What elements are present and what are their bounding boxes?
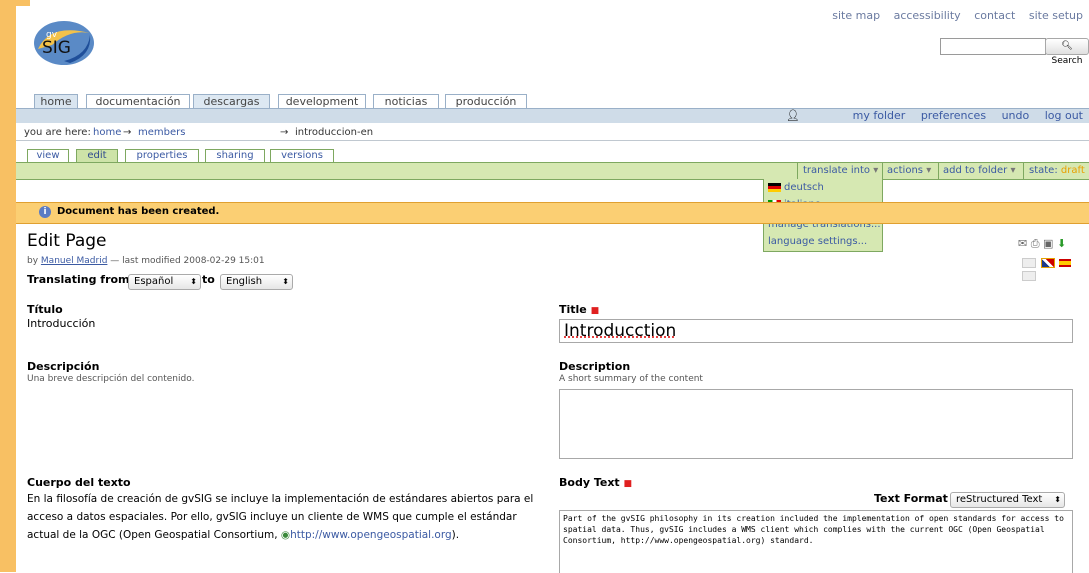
source-language-select[interactable]: Español ⬍ xyxy=(128,274,201,290)
body-text-label: Body Text ■ xyxy=(559,476,633,489)
language-flags xyxy=(1020,256,1089,282)
source-description-label: Descripción xyxy=(27,360,100,373)
page-frame-left xyxy=(0,0,16,572)
download-icon[interactable]: ⬇ xyxy=(1057,237,1066,250)
tab-properties[interactable]: properties xyxy=(125,149,199,162)
actions-divider xyxy=(882,162,883,179)
spanish-flag-icon[interactable] xyxy=(1059,259,1071,267)
site-setup-link[interactable]: site setup xyxy=(1029,9,1083,22)
description-label: Description xyxy=(559,360,631,373)
logo-text: SIG xyxy=(42,38,71,58)
gvsig-logo[interactable]: gv SIG xyxy=(30,19,98,67)
breadcrumb-members[interactable]: members xyxy=(138,125,185,140)
breadcrumb-arrow: → xyxy=(123,127,132,138)
user-icon: 👤︎ xyxy=(786,109,800,122)
chevron-down-icon: ▾ xyxy=(873,165,879,176)
site-actions: site map accessibility contact site setu… xyxy=(822,9,1083,22)
send-email-icon[interactable]: ✉ xyxy=(1018,237,1027,250)
document-byline: by Manuel Madrid — last modified 2008-02… xyxy=(27,256,265,266)
german-flag-icon xyxy=(768,182,781,192)
search-icon: 🔍︎ xyxy=(1061,41,1073,51)
title-input[interactable]: Introducction xyxy=(559,319,1073,343)
blank-flag-icon[interactable] xyxy=(1022,271,1036,281)
breadcrumb: you are here: home → members → introducc… xyxy=(16,125,1089,141)
tab-versions[interactable]: versions xyxy=(270,149,334,162)
chevron-down-icon: ▾ xyxy=(926,165,932,176)
status-message-text: Document has been created. xyxy=(57,206,220,217)
select-arrows-icon: ⬍ xyxy=(1054,495,1061,504)
tab-development[interactable]: development xyxy=(278,94,366,108)
state-menu[interactable]: state: draft xyxy=(1029,164,1085,178)
description-textarea[interactable] xyxy=(559,389,1073,459)
tab-noticias[interactable]: noticias xyxy=(373,94,439,108)
source-title-value: Introducción xyxy=(27,317,96,330)
blank-flag-icon[interactable] xyxy=(1022,258,1036,268)
tab-descargas[interactable]: descargas xyxy=(193,94,270,108)
target-language-select[interactable]: English ⬍ xyxy=(220,274,293,290)
tab-sharing[interactable]: sharing xyxy=(205,149,265,162)
body-text-value: Part of the gvSIG philosophy in its crea… xyxy=(563,514,1064,545)
log-out-link[interactable]: log out xyxy=(1045,109,1083,122)
actions-divider xyxy=(797,162,798,179)
my-folder-link[interactable]: my folder xyxy=(853,109,906,122)
translating-to-label: to xyxy=(202,273,215,286)
translating-label: Translating from xyxy=(27,273,130,286)
language-settings-link[interactable]: language settings... xyxy=(768,236,867,247)
site-map-link[interactable]: site map xyxy=(832,9,880,22)
translate-deutsch[interactable]: deutsch xyxy=(768,182,824,193)
undo-link[interactable]: undo xyxy=(1002,109,1030,122)
contact-link[interactable]: contact xyxy=(974,9,1015,22)
actions-divider xyxy=(938,162,939,179)
source-body-text: En la filosofía de creación de gvSIG se … xyxy=(27,493,534,541)
add-to-folder-menu[interactable]: add to folder ▾ xyxy=(943,164,1015,178)
tab-produccion[interactable]: producción xyxy=(445,94,527,108)
text-format-label: Text Format xyxy=(874,492,948,505)
page-frame-top xyxy=(0,0,30,6)
translate-into-menu[interactable]: translate into ▾ xyxy=(803,164,878,178)
select-arrows-icon: ⬍ xyxy=(282,277,289,286)
tab-edit[interactable]: edit xyxy=(76,149,118,162)
tab-documentacion[interactable]: documentación xyxy=(86,94,190,108)
opengeospatial-link[interactable]: http://www.opengeospatial.org xyxy=(290,529,452,541)
text-format-select[interactable]: reStructured Text ⬍ xyxy=(950,492,1065,508)
search-button[interactable]: 🔍︎Search xyxy=(1045,38,1089,66)
search-input[interactable] xyxy=(940,38,1046,55)
accessibility-link[interactable]: accessibility xyxy=(894,9,961,22)
globe-icon: ◉ xyxy=(280,529,291,541)
info-icon: i xyxy=(39,206,51,218)
breadcrumb-home[interactable]: home xyxy=(93,125,121,140)
document-actions: ✉ ⎙ ▣ ⬇ xyxy=(1018,237,1066,251)
description-help: A short summary of the content xyxy=(559,374,703,384)
breadcrumb-current: introduccion-en xyxy=(295,127,374,138)
author-link[interactable]: Manuel Madrid xyxy=(41,256,108,266)
personal-tools: my folder preferences undo log out xyxy=(841,109,1083,122)
tab-view[interactable]: view xyxy=(27,149,69,162)
translating-row: Translating from xyxy=(27,273,130,286)
actions-menu[interactable]: actions ▾ xyxy=(887,164,931,178)
full-screen-icon[interactable]: ▣ xyxy=(1043,237,1053,250)
select-arrows-icon: ⬍ xyxy=(190,277,197,286)
source-title-label: Título xyxy=(27,303,63,316)
preferences-link[interactable]: preferences xyxy=(921,109,986,122)
required-marker: ■ xyxy=(590,306,600,316)
print-icon[interactable]: ⎙ xyxy=(1031,237,1040,250)
title-label: Title ■ xyxy=(559,303,600,316)
breadcrumb-arrow: → xyxy=(280,127,289,138)
required-marker: ■ xyxy=(623,479,633,489)
page-title: Edit Page xyxy=(27,231,107,251)
chevron-down-icon: ▾ xyxy=(1010,165,1016,176)
breadcrumb-prefix: you are here: xyxy=(24,127,91,138)
tab-home[interactable]: home xyxy=(34,94,78,108)
source-body-label: Cuerpo del texto xyxy=(27,476,131,489)
source-description-value: Una breve descripción del contenido. xyxy=(27,374,195,384)
actions-divider xyxy=(1023,162,1024,179)
uk-flag-icon[interactable] xyxy=(1040,258,1055,268)
